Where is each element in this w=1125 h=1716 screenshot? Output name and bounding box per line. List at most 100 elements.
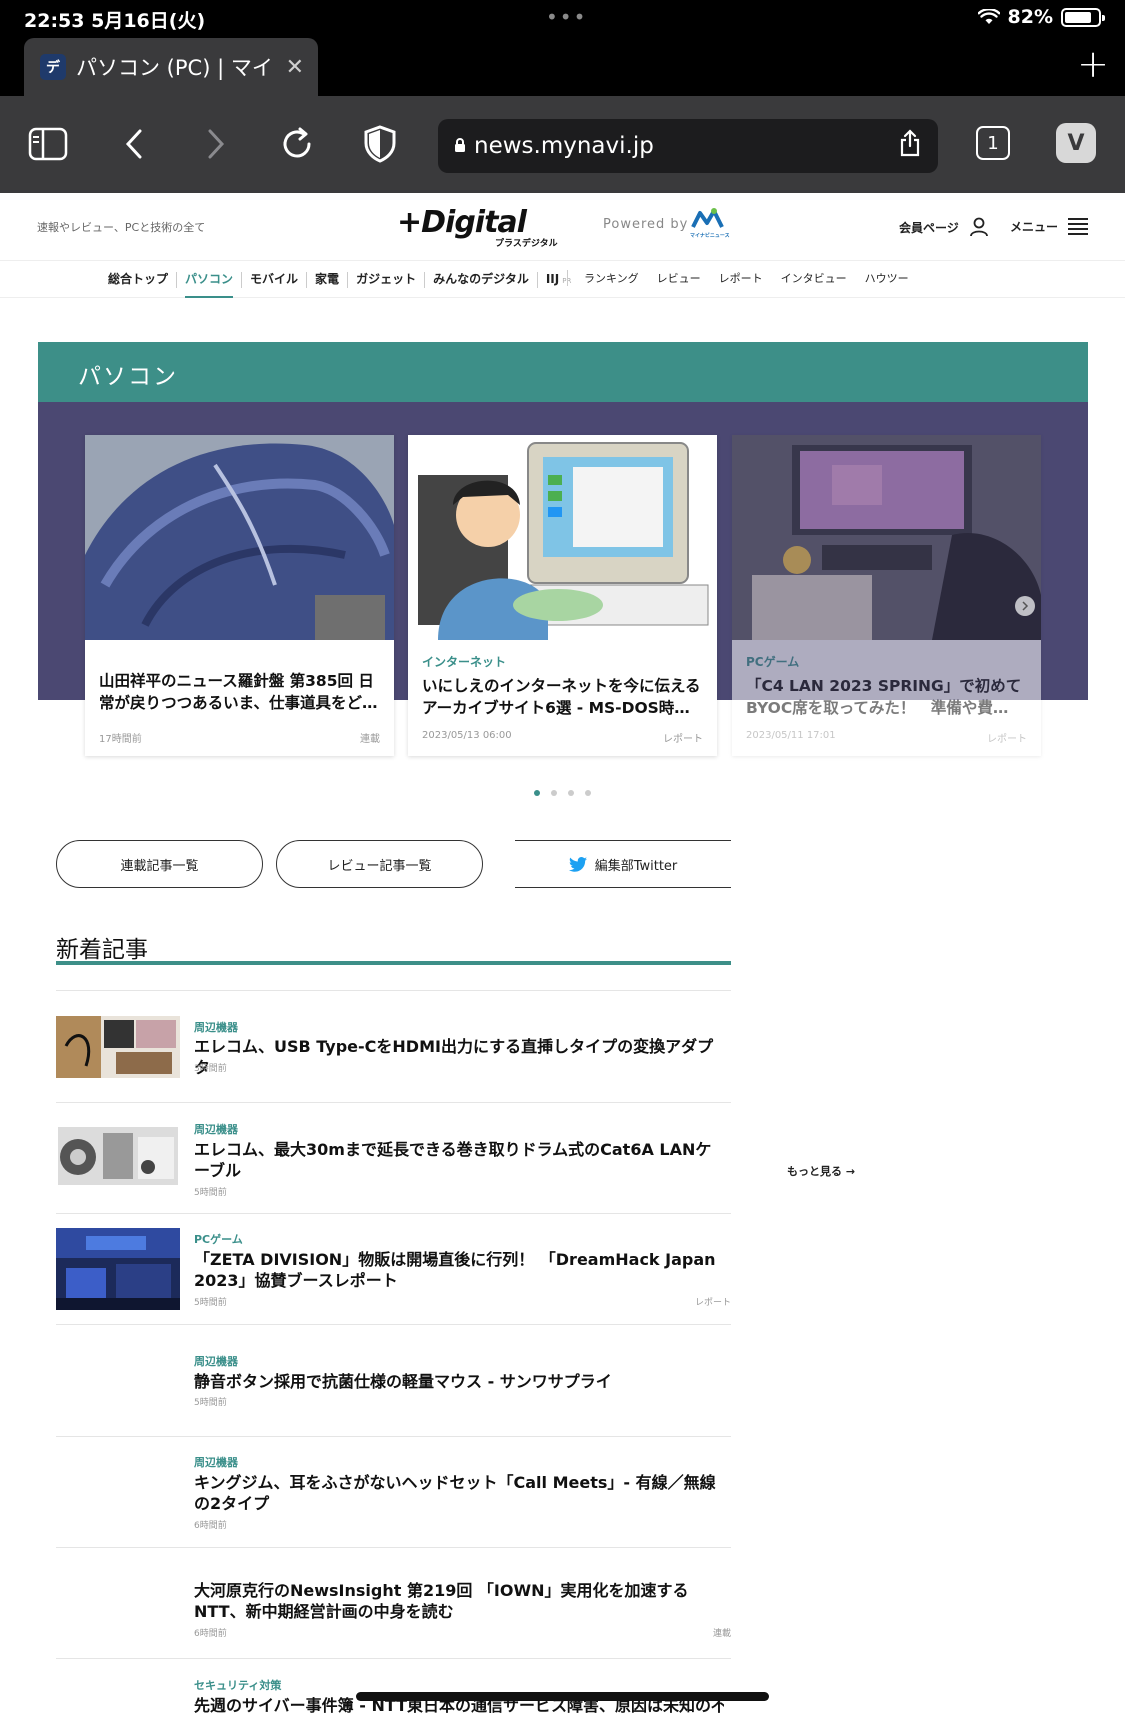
hamburger-icon <box>1068 218 1089 235</box>
nav-item-top[interactable]: 総合トップ <box>100 272 178 288</box>
battery-fill <box>1065 11 1092 23</box>
status-time: 22:53 5月16日(火) <box>24 10 206 32</box>
member-page-label: 会員ページ <box>899 220 959 235</box>
browser-tab[interactable]: デ パソコン (PC) | マイ ✕ <box>24 38 318 96</box>
site-favicon-icon: デ <box>40 54 66 80</box>
card-title: 「C4 LAN 2023 SPRING」で初めてBYOC席を取ってみた！ 準備や… <box>746 677 1022 717</box>
tab-title: パソコン (PC) | マイ <box>76 56 273 80</box>
news-time: 6時間前 <box>194 1521 227 1531</box>
nav-item-report[interactable]: レポート <box>710 272 772 286</box>
news-item[interactable]: 大河原克行のNewsInsight 第219回 「IOWN」実用化を加速するNT… <box>56 1547 731 1659</box>
series-list-button[interactable]: 連載記事一覧 <box>56 840 263 888</box>
news-item[interactable]: PCゲーム 「ZETA DIVISION」物販は開場直後に行列！ 「DreamH… <box>56 1213 731 1325</box>
news-time: 5時間前 <box>194 1298 227 1308</box>
news-category: 周辺機器 <box>194 1021 238 1034</box>
shield-icon[interactable] <box>358 122 402 166</box>
carousel-next-icon[interactable] <box>1015 596 1035 616</box>
nav-item-iij-label: IIJ <box>545 272 560 286</box>
news-item[interactable]: 周辺機器 エレコム、最大30mまで延長できる巻き取りドラム式のCat6A LAN… <box>56 1102 731 1214</box>
card-date: 2023/05/11 17:01 <box>746 730 836 741</box>
card-image-backpack <box>85 435 394 640</box>
news-title: エレコム、USB Type-CをHDMI出力にする直挿しタイプの変換アダプタ <box>194 1037 714 1077</box>
nav-item-iij[interactable]: IIJPR <box>538 272 580 288</box>
card-image-pc-setup <box>732 435 1041 640</box>
nav-item-review[interactable]: レビュー <box>648 272 710 286</box>
tab-count-button[interactable]: 1 <box>976 126 1010 160</box>
news-item[interactable]: 周辺機器 静音ボタン採用で抗菌仕様の軽量マウス - サンワサプライ 5時間前 <box>56 1324 731 1436</box>
nav-item-minna[interactable]: みんなのデジタル <box>425 272 538 288</box>
close-tab-icon[interactable]: ✕ <box>286 55 304 80</box>
news-section-underline <box>56 961 731 965</box>
news-item[interactable]: 周辺機器 エレコム、USB Type-CをHDMI出力にする直挿しタイプの変換ア… <box>56 990 731 1102</box>
news-title: 「ZETA DIVISION」物販は開場直後に行列！ 「DreamHack Ja… <box>194 1250 716 1290</box>
news-time: 3時間前 <box>194 1064 227 1074</box>
site-menu-button[interactable]: メニュー <box>1010 217 1089 235</box>
news-title: 大河原克行のNewsInsight 第219回 「IOWN」実用化を加速するNT… <box>194 1581 689 1621</box>
twitter-button-label: 編集部Twitter <box>594 858 678 874</box>
section-header: パソコン <box>38 342 1088 402</box>
card-kind: レポート <box>663 734 703 745</box>
carousel-card[interactable]: 山田祥平のニュース羅針盤 第385回 日常が戻りつつあるいま、仕事道具をど… 1… <box>85 435 394 756</box>
user-icon <box>969 217 988 237</box>
nav-item-interview[interactable]: インタビュー <box>772 272 856 286</box>
share-icon[interactable] <box>898 129 922 163</box>
nav-item-mobile[interactable]: モバイル <box>242 272 308 288</box>
carousel-card[interactable]: PCゲーム 「C4 LAN 2023 SPRING」で初めてBYOC席を取ってみ… <box>732 435 1041 756</box>
browser-toolbar: news.mynavi.jp 1 V <box>0 96 1125 193</box>
multitask-dots-icon[interactable]: ••• <box>546 7 587 27</box>
carousel-dot[interactable] <box>585 790 591 796</box>
member-page-link[interactable]: 会員ページ <box>899 217 989 237</box>
news-title: エレコム、最大30mまで延長できる巻き取りドラム式のCat6A LANケーブル <box>194 1140 712 1180</box>
address-bar[interactable]: news.mynavi.jp <box>438 119 938 173</box>
see-more-link[interactable]: もっと見る → <box>787 1163 855 1179</box>
carousel-dot[interactable] <box>534 790 540 796</box>
new-tab-icon[interactable]: + <box>1077 44 1109 84</box>
twitter-button[interactable]: 編集部Twitter <box>515 840 731 888</box>
main-nav: 総合トップ パソコン モバイル 家電 ガジェット みんなのデジタル IIJPR <box>100 272 580 298</box>
carousel-card[interactable]: インターネット いにしえのインターネットを今に伝えるアーカイブサイト6選 - M… <box>408 435 717 756</box>
site-logo[interactable]: +Digital <box>397 205 527 240</box>
news-category: 周辺機器 <box>194 1123 238 1136</box>
twitter-icon <box>568 856 587 872</box>
carousel-pagination <box>534 790 591 796</box>
card-date: 2023/05/13 06:00 <box>422 730 512 741</box>
card-category: PCゲーム <box>746 655 800 669</box>
home-indicator[interactable] <box>356 1692 769 1701</box>
nav-item-howto[interactable]: ハウツー <box>856 272 918 286</box>
reload-icon[interactable] <box>275 122 319 166</box>
forward-icon[interactable] <box>194 122 238 166</box>
nav-item-pc[interactable]: パソコン <box>177 272 243 298</box>
card-category: インターネット <box>422 655 507 669</box>
nav-item-gadget[interactable]: ガジェット <box>348 272 426 288</box>
nav-item-ranking[interactable]: ランキング <box>575 272 648 286</box>
news-time: 5時間前 <box>194 1188 227 1198</box>
card-title: 山田祥平のニュース羅針盤 第385回 日常が戻りつつあるいま、仕事道具をど… <box>99 672 378 712</box>
section-title: パソコン <box>78 364 178 390</box>
site-header: 速報やレビュー、PCと技術の全て +Digital プラスデジタル Powere… <box>0 193 1125 261</box>
carousel-dot[interactable] <box>551 790 557 796</box>
carousel-dot[interactable] <box>568 790 574 796</box>
news-category: 周辺機器 <box>194 1456 238 1469</box>
tab-strip: デ パソコン (PC) | マイ ✕ + <box>0 36 1125 96</box>
news-category: 周辺機器 <box>194 1355 238 1368</box>
mynavi-logo[interactable]: マイナビニュース <box>690 207 730 243</box>
site-tagline: 速報やレビュー、PCと技術の全て <box>37 221 206 234</box>
back-icon[interactable] <box>112 122 156 166</box>
news-thumbnail <box>56 1016 180 1078</box>
news-title: キングジム、耳をふさがないヘッドセット「Call Meets」- 有線／無線の2… <box>194 1473 716 1513</box>
site-logo-sub: プラスデジタル <box>495 239 558 249</box>
wifi-icon <box>977 9 1000 24</box>
category-nav: 総合トップ パソコン モバイル 家電 ガジェット みんなのデジタル IIJPR … <box>0 262 1125 298</box>
news-category: セキュリティ対策 <box>194 1679 282 1692</box>
card-date: 17時間前 <box>99 734 142 745</box>
nav-item-appliances[interactable]: 家電 <box>307 272 349 288</box>
panel-toggle-icon[interactable] <box>26 122 70 166</box>
review-list-button[interactable]: レビュー記事一覧 <box>276 840 483 888</box>
news-item[interactable]: セキュリティ対策 先週のサイバー事件簿 - NTT東日本の通信サービス障害、原因… <box>56 1658 731 1715</box>
news-thumbnail <box>58 1127 182 1189</box>
news-kind: レポート <box>694 1298 731 1308</box>
news-item[interactable]: 周辺機器 キングジム、耳をふさがないヘッドセット「Call Meets」- 有線… <box>56 1436 731 1548</box>
news-title: 静音ボタン採用で抗菌仕様の軽量マウス - サンワサプライ <box>194 1372 612 1391</box>
status-bar: 22:53 5月16日(火) ••• 82% <box>0 0 1125 36</box>
vivaldi-menu-icon[interactable]: V <box>1056 123 1096 163</box>
